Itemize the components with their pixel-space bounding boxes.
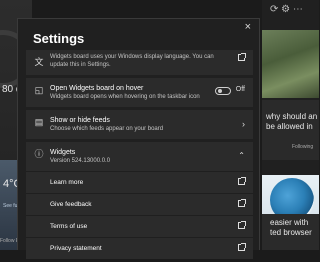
terms-of-use-link[interactable]: Terms of use bbox=[26, 215, 253, 237]
widgets-title: Widgets bbox=[50, 149, 76, 156]
widgets-about-section: ⓘ Widgets Version 524.13000.0.0 ⌃ Learn … bbox=[26, 142, 253, 259]
terms-of-use-label: Terms of use bbox=[50, 223, 88, 230]
hover-icon: ◱ bbox=[34, 85, 44, 95]
hover-toggle[interactable] bbox=[215, 87, 231, 95]
language-setting[interactable]: 文 Widgets board uses your Windows displa… bbox=[26, 50, 253, 75]
external-link-icon bbox=[238, 177, 246, 187]
widgets-about-header[interactable]: ⓘ Widgets Version 524.13000.0.0 ⌃ bbox=[26, 142, 253, 171]
external-link-icon bbox=[238, 53, 246, 63]
learn-more-link[interactable]: Learn more bbox=[26, 171, 253, 193]
close-icon[interactable]: × bbox=[245, 21, 251, 33]
language-icon: 文 bbox=[34, 57, 44, 67]
right-news-headline: why should an be allowed in bbox=[266, 112, 318, 131]
chevron-right-icon: › bbox=[242, 119, 245, 129]
external-link-icon bbox=[238, 199, 246, 209]
widgets-version: Version 524.13000.0.0 bbox=[50, 158, 111, 164]
external-link-icon bbox=[238, 243, 246, 253]
right-news-card[interactable]: why should an be allowed in Following bbox=[262, 100, 319, 160]
settings-title: Settings bbox=[33, 31, 85, 46]
feeds-setting[interactable]: ▤ Show or hide feeds Choose which feeds … bbox=[26, 110, 253, 139]
hover-title: Open Widgets board on hover bbox=[50, 85, 144, 92]
feeds-icon: ▤ bbox=[34, 117, 44, 127]
learn-more-label: Learn more bbox=[50, 179, 84, 186]
settings-dialog: × Settings 文 Widgets board uses your Win… bbox=[17, 18, 260, 259]
right-news-image bbox=[262, 30, 319, 98]
feeds-description: Choose which feeds appear on your board bbox=[50, 126, 164, 132]
chevron-up-icon: ⌃ bbox=[238, 151, 245, 160]
info-icon: ⓘ bbox=[34, 149, 44, 159]
right-ad-text-area[interactable]: easier with ted browser bbox=[262, 214, 319, 250]
right-ad-text: easier with ted browser bbox=[270, 218, 312, 237]
hover-description: Widgets board opens when hovering on the… bbox=[50, 94, 200, 100]
give-feedback-label: Give feedback bbox=[50, 201, 92, 208]
right-following-label: Following bbox=[292, 144, 314, 150]
external-link-icon bbox=[238, 221, 246, 231]
privacy-statement-link[interactable]: Privacy statement bbox=[26, 237, 253, 259]
hover-setting: ◱ Open Widgets board on hover Widgets bo… bbox=[26, 78, 253, 107]
hover-toggle-label: Off bbox=[235, 86, 245, 93]
language-description: Widgets board uses your Windows display … bbox=[50, 54, 214, 68]
settings-list: 文 Widgets board uses your Windows displa… bbox=[26, 50, 253, 262]
feeds-title: Show or hide feeds bbox=[50, 117, 110, 124]
top-right-icons: ⟳ ⚙ ⋯ bbox=[270, 4, 303, 15]
privacy-statement-label: Privacy statement bbox=[50, 245, 102, 252]
give-feedback-link[interactable]: Give feedback bbox=[26, 193, 253, 215]
